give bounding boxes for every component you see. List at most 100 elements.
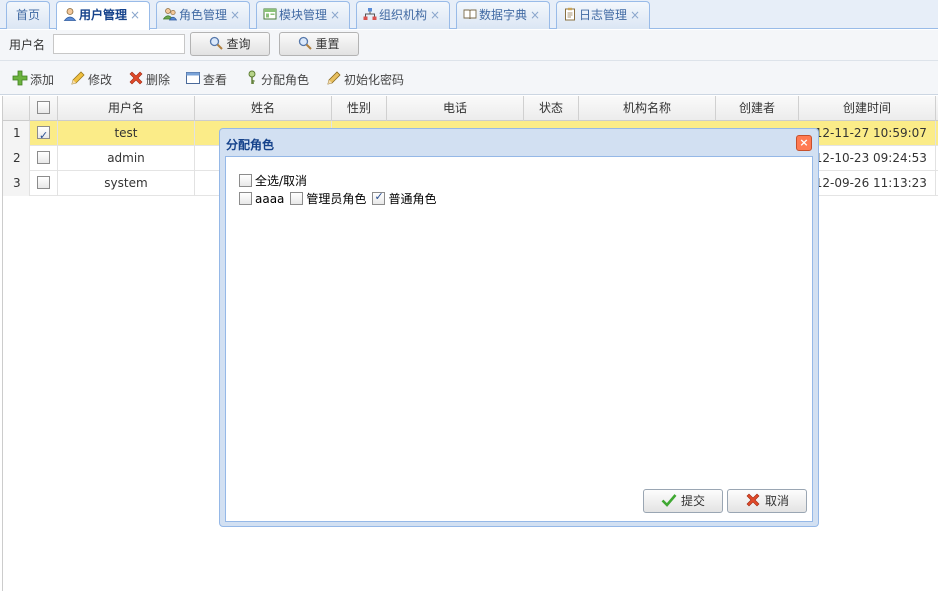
submit-button[interactable]: 提交 [643, 489, 723, 513]
search-icon [209, 35, 224, 57]
cancel-button[interactable]: 取消 [727, 489, 807, 513]
row-checkbox[interactable] [37, 124, 50, 146]
column-header[interactable]: 创建者 [716, 96, 799, 121]
log-icon [563, 4, 577, 21]
close-icon[interactable]: × [330, 8, 340, 22]
tab-label: 角色管理 [179, 8, 228, 22]
add-button[interactable]: 添加 [12, 70, 54, 89]
username-cell: admin [58, 146, 195, 171]
pencil-icon [70, 70, 86, 89]
row-select-cell[interactable] [30, 121, 58, 146]
role-checkbox[interactable] [372, 190, 386, 205]
column-header[interactable]: 姓名 [195, 96, 332, 121]
dialog-header[interactable]: 分配角色 × [225, 129, 813, 156]
edit-button[interactable]: 修改 [70, 70, 112, 89]
tab-home[interactable]: 首页 [6, 1, 50, 29]
submit-label: 提交 [680, 494, 705, 508]
column-header[interactable]: 创建时间 [799, 96, 936, 121]
role-option-normal[interactable]: 普通角色 [372, 190, 436, 207]
role-option-aaaa[interactable]: aaaa [239, 192, 284, 206]
close-icon[interactable]: × [130, 8, 140, 22]
close-icon[interactable]: × [530, 8, 540, 22]
username-label: 用户名 [9, 38, 46, 52]
view-button[interactable]: 查看 [185, 70, 227, 89]
cancel-icon [745, 492, 761, 515]
tab-label: 用户管理 [79, 8, 128, 22]
created-time-cell: 012-09-26 11:13:23 [799, 171, 936, 196]
tab-module-management[interactable]: 模块管理 × [256, 1, 350, 29]
role-option-admin[interactable]: 管理员角色 [290, 190, 366, 207]
view-label: 查看 [203, 73, 228, 87]
tab-role-management[interactable]: 角色管理 × [156, 1, 250, 29]
delete-label: 删除 [146, 73, 171, 87]
users-icon [162, 4, 178, 21]
user-icon [63, 4, 77, 21]
window-icon [185, 70, 201, 89]
role-checkbox[interactable] [239, 192, 252, 205]
column-header[interactable]: 电话 [387, 96, 524, 121]
tab-label: 模块管理 [279, 8, 328, 22]
row-number-header [3, 96, 30, 121]
username-search-input[interactable] [53, 34, 185, 54]
tab-organization[interactable]: 组织机构 × [356, 1, 450, 29]
row-select-cell[interactable] [30, 171, 58, 196]
username-cell: system [58, 171, 195, 196]
module-icon [263, 4, 277, 20]
username-cell: test [58, 121, 195, 146]
close-icon[interactable]: × [230, 8, 240, 22]
search-bar: 用户名 查询 重置 [0, 30, 938, 60]
tab-label: 数据字典 [479, 8, 528, 22]
book-icon [463, 4, 477, 20]
tab-label: 首页 [15, 8, 40, 22]
column-header[interactable]: 机构名称 [579, 96, 716, 121]
plus-icon [12, 70, 28, 89]
column-header[interactable]: 性别 [332, 96, 387, 121]
key-icon [245, 70, 259, 89]
add-label: 添加 [30, 73, 55, 87]
delete-button[interactable]: 删除 [128, 70, 170, 89]
row-select-cell[interactable] [30, 146, 58, 171]
tab-user-management[interactable]: 用户管理 × [56, 1, 150, 30]
select-all-checkbox[interactable] [37, 101, 50, 114]
query-button-label: 查询 [226, 37, 251, 51]
tab-log-management[interactable]: 日志管理 × [556, 1, 650, 29]
role-label: 管理员角色 [306, 192, 367, 206]
dialog-title: 分配角色 [226, 138, 275, 152]
assign-role-label: 分配角色 [261, 73, 310, 87]
row-checkbox[interactable] [37, 151, 50, 164]
delete-icon [128, 70, 144, 89]
edit-label: 修改 [88, 73, 113, 87]
assign-role-button[interactable]: 分配角色 [245, 70, 309, 89]
select-all-header[interactable] [30, 96, 58, 121]
assign-role-dialog: 分配角色 × 全选/取消 aaaa 管理员角色 普通角色 提交 取消 [219, 128, 819, 527]
cancel-label: 取消 [764, 494, 789, 508]
query-button[interactable]: 查询 [190, 32, 270, 56]
reset-button[interactable]: 重置 [279, 32, 359, 56]
select-all-option[interactable]: 全选/取消 [239, 172, 307, 189]
created-time-cell: 012-10-23 09:24:53 [799, 146, 936, 171]
row-number: 1 [3, 121, 30, 146]
pen-icon [326, 70, 342, 89]
select-all-checkbox[interactable] [239, 174, 252, 187]
role-label: aaaa [255, 192, 285, 206]
role-label: 普通角色 [388, 192, 437, 206]
role-options: aaaa 管理员角色 普通角色 [239, 190, 442, 207]
row-checkbox[interactable] [37, 176, 50, 189]
tab-data-dictionary[interactable]: 数据字典 × [456, 1, 550, 29]
dialog-body: 全选/取消 aaaa 管理员角色 普通角色 提交 取消 [225, 156, 813, 522]
grid-header: 用户名 姓名 性别 电话 状态 机构名称 创建者 创建时间 [3, 96, 938, 121]
row-number: 2 [3, 146, 30, 171]
close-icon[interactable]: × [430, 8, 440, 22]
check-icon [661, 492, 677, 515]
column-header[interactable]: 状态 [524, 96, 579, 121]
reset-button-label: 重置 [315, 37, 340, 51]
init-password-button[interactable]: 初始化密码 [326, 70, 404, 89]
init-password-label: 初始化密码 [344, 73, 405, 87]
tab-label: 组织机构 [379, 8, 428, 22]
close-icon[interactable]: × [630, 8, 640, 22]
column-header[interactable]: 用户名 [58, 96, 195, 121]
action-toolbar: 添加 修改 删除 查看 分配角色 初始化密码 [0, 60, 938, 95]
org-icon [363, 4, 377, 20]
close-icon[interactable]: × [796, 135, 812, 151]
role-checkbox[interactable] [290, 192, 304, 205]
